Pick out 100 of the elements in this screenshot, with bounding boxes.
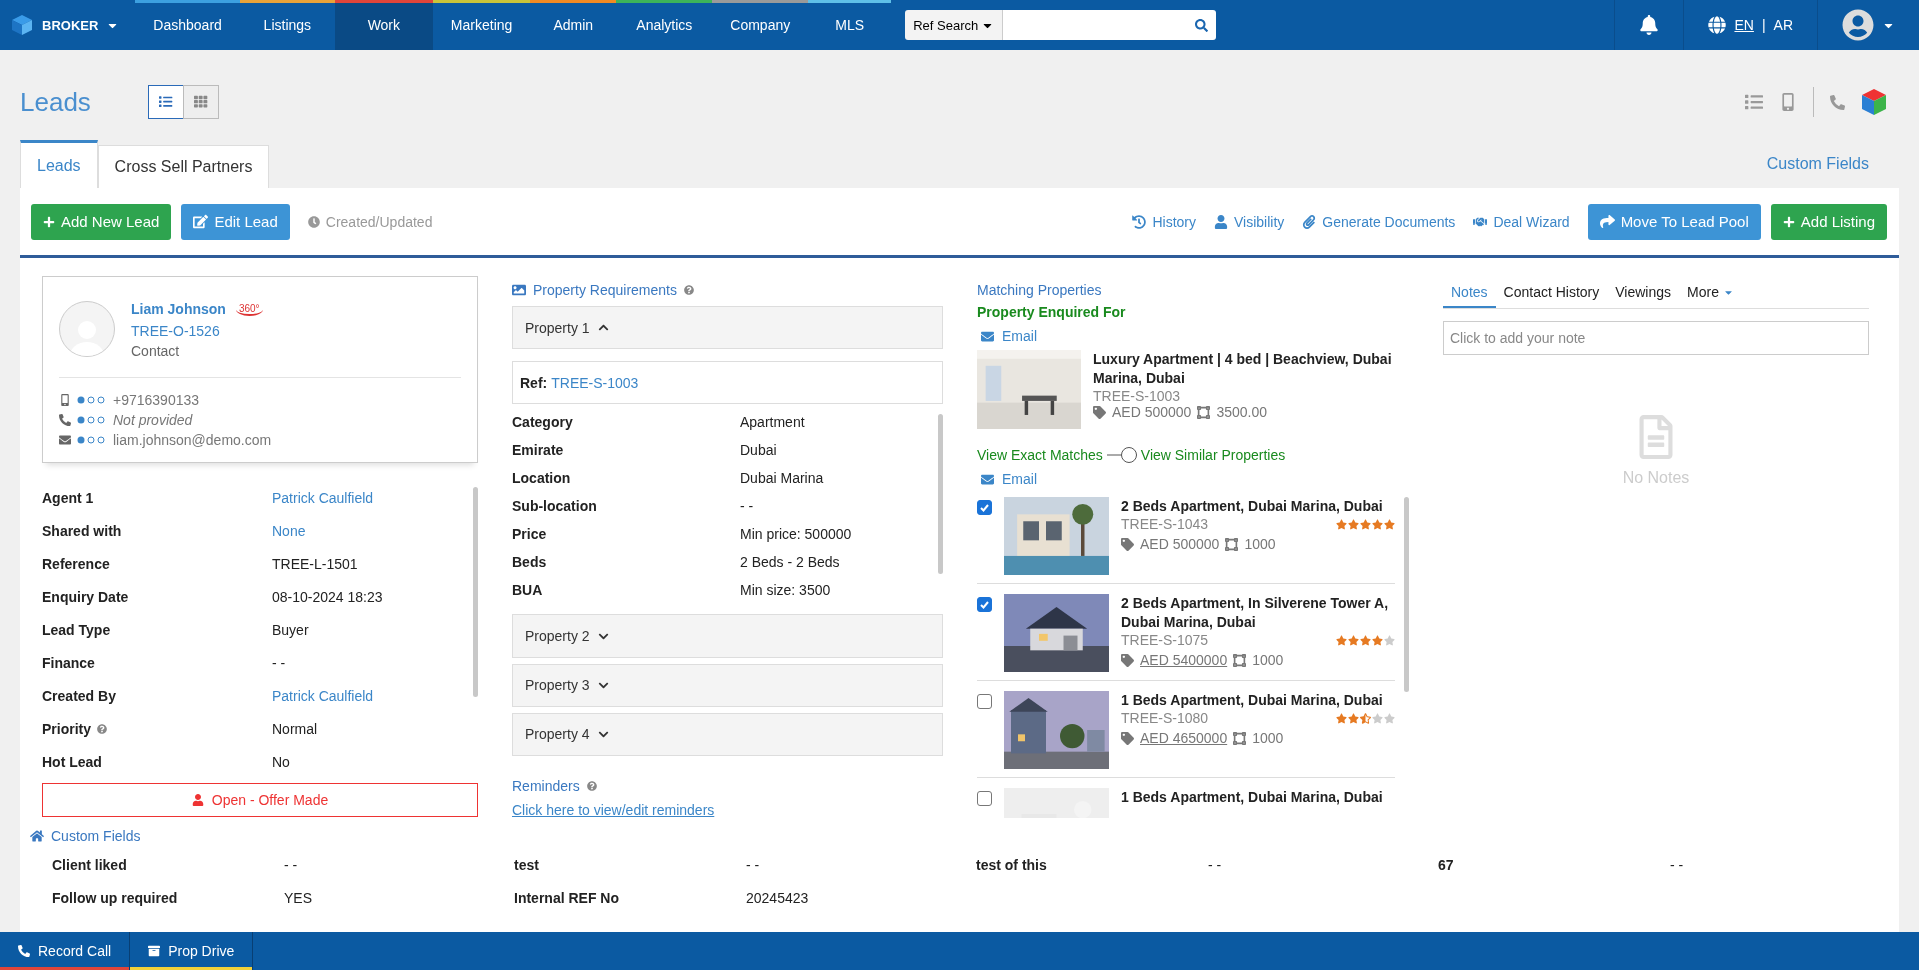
mobile-icon[interactable]: [1779, 93, 1797, 111]
notes-tab[interactable]: Viewings: [1607, 280, 1680, 308]
requirement-label: Beds: [512, 554, 548, 571]
requirement-value: - -: [740, 498, 755, 515]
checkbox[interactable]: [977, 791, 992, 806]
search-icon[interactable]: [1195, 18, 1209, 32]
star-icon: [1348, 634, 1359, 646]
home-icon: [30, 829, 44, 843]
notes-tab[interactable]: More: [1679, 280, 1742, 308]
dots-icon: [77, 436, 107, 444]
ref-link[interactable]: TREE-S-1003: [551, 374, 639, 391]
list-icon[interactable]: [1745, 93, 1763, 111]
detail-label: Hot Lead: [42, 753, 102, 770]
search-type-dropdown[interactable]: Ref Search: [905, 10, 1003, 40]
detail-value: TREE-L-1501: [272, 555, 359, 572]
detail-value: Buyer: [272, 621, 310, 638]
star-icon: [1348, 518, 1359, 530]
notes-tab[interactable]: Notes: [1443, 280, 1496, 308]
requirement-value: Min size: 3500: [740, 582, 832, 599]
match-toggle[interactable]: [1106, 447, 1137, 463]
phone-icon: [59, 414, 71, 426]
search-field[interactable]: [1002, 10, 1217, 40]
section-title: Reminders: [512, 778, 580, 794]
phone-icon[interactable]: [1830, 94, 1845, 110]
area-icon: [1225, 537, 1239, 551]
property-price: AED 500000: [1112, 404, 1192, 420]
toolbar-link[interactable]: Generate Documents: [1302, 213, 1456, 230]
envelope-icon: [59, 434, 71, 446]
note-input[interactable]: Click to add your note: [1443, 321, 1869, 355]
image-icon: [512, 283, 526, 297]
person-icon: [1214, 214, 1228, 229]
grid-view-button[interactable]: [182, 85, 219, 119]
cube-logo: [10, 13, 34, 37]
nav-item[interactable]: Dashboard: [135, 0, 240, 50]
nav-item[interactable]: Analytics: [616, 0, 713, 50]
detail-link[interactable]: Patrick Caulfield: [272, 489, 464, 506]
notes-tab[interactable]: Contact History: [1495, 280, 1608, 308]
bottom-bar-button[interactable]: Prop Drive: [130, 932, 254, 970]
property-size: 1000: [1244, 536, 1276, 552]
toolbar-link[interactable]: Deal Wizard: [1473, 213, 1570, 230]
accordion-header[interactable]: Property 2: [512, 614, 943, 658]
brand-menu[interactable]: BROKER: [42, 17, 99, 33]
property-ref: TREE-S-1043: [1121, 516, 1209, 532]
detail-link[interactable]: None: [272, 522, 464, 539]
clock-icon: [307, 215, 320, 228]
tab[interactable]: Leads: [20, 140, 98, 188]
globe-icon[interactable]: [1708, 16, 1727, 34]
property-price: AED 5400000: [1140, 652, 1228, 668]
custom-field-label: Client liked: [52, 855, 128, 875]
star-icon: [1384, 518, 1395, 530]
tag-icon: [1121, 731, 1134, 745]
list-icon: [159, 95, 173, 109]
checkbox[interactable]: [977, 694, 992, 709]
tab[interactable]: Cross Sell Partners: [97, 145, 270, 188]
custom-field-label: 67: [1438, 855, 1455, 875]
custom-field-value: - -: [284, 855, 299, 875]
email-link[interactable]: Email: [1002, 328, 1037, 344]
nav-item[interactable]: Work: [334, 0, 433, 50]
language-link[interactable]: AR: [1773, 17, 1793, 33]
accordion-header[interactable]: Property 1: [512, 306, 943, 350]
contact-ref-link[interactable]: TREE-O-1526: [131, 323, 263, 339]
area-icon: [1233, 653, 1247, 667]
toolbar-link[interactable]: Visibility: [1214, 213, 1285, 230]
email-link[interactable]: Email: [1002, 471, 1037, 487]
property-ref: TREE-S-1075: [1121, 632, 1209, 648]
detail-label: Shared with: [42, 522, 122, 539]
tag-icon: [1121, 653, 1134, 667]
requirement-value: Dubai Marina: [740, 470, 825, 487]
detail-label: Agent 1: [42, 489, 94, 506]
nav-item[interactable]: MLS: [808, 0, 892, 50]
accordion-header[interactable]: Property 3: [512, 663, 943, 707]
bell-icon[interactable]: [1639, 15, 1660, 35]
mobile-icon: [59, 394, 71, 406]
nav-item[interactable]: Marketing: [432, 0, 531, 50]
nav-item[interactable]: Company: [712, 0, 809, 50]
archive-icon: [148, 945, 161, 957]
toolbar-link[interactable]: History: [1132, 213, 1196, 230]
lead-status-button[interactable]: Open - Offer Made: [42, 783, 478, 817]
nav-item[interactable]: Admin: [530, 0, 617, 50]
contact-type-text: Contact: [131, 343, 181, 359]
detail-link[interactable]: Patrick Caulfield: [272, 687, 464, 704]
nav-item[interactable]: Listings: [239, 0, 335, 50]
language-link[interactable]: EN: [1734, 17, 1754, 33]
checkbox[interactable]: [977, 500, 992, 515]
requirement-label: BUA: [512, 582, 544, 599]
reminders-link[interactable]: Click here to view/edit reminders: [512, 802, 943, 818]
avatar-icon[interactable]: [1842, 9, 1874, 41]
list-view-button[interactable]: [147, 85, 184, 119]
requirement-label: Location: [512, 470, 572, 487]
detail-value: Normal: [272, 720, 319, 737]
custom-field-value: - -: [746, 855, 761, 875]
360-view-badge[interactable]: 360°: [235, 302, 263, 316]
star-icon: [1360, 518, 1371, 530]
accordion-header[interactable]: Property 4: [512, 712, 943, 756]
property-title: 2 Beds Apartment, In Silverene Tower A, Dubai Marina, Dubai: [1121, 594, 1390, 632]
contact-name-link[interactable]: Liam Johnson: [131, 301, 226, 317]
empty-star-icon: [1384, 712, 1395, 724]
bottom-bar-button[interactable]: Record Call: [0, 932, 131, 970]
checkbox[interactable]: [977, 597, 992, 612]
custom-field-label: Internal REF No: [514, 888, 620, 908]
